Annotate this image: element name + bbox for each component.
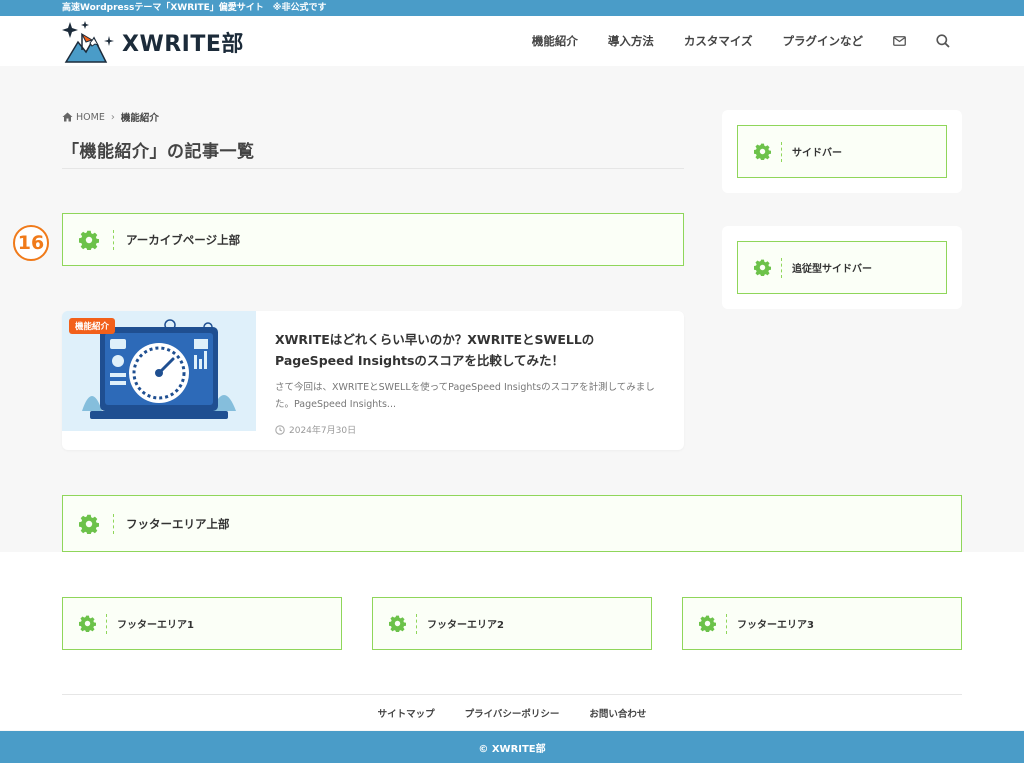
breadcrumb-home[interactable]: HOME	[62, 112, 105, 123]
nav-item-install[interactable]: 導入方法	[608, 33, 654, 49]
widget-divider	[106, 613, 107, 634]
sidebar-box: サイドバー	[722, 110, 962, 193]
widget-divider	[781, 141, 782, 162]
widget-footer-2: フッターエリア2	[372, 597, 652, 650]
footer-link-privacy[interactable]: プライバシーポリシー	[465, 706, 560, 720]
gear-icon	[79, 615, 96, 632]
footer-nav: サイトマップ プライバシーポリシー お問い合わせ	[0, 706, 1024, 720]
gear-icon	[699, 615, 716, 632]
home-icon	[62, 112, 73, 122]
breadcrumb-current: 機能紹介	[120, 113, 159, 124]
widget-label: フッターエリア2	[427, 620, 504, 631]
gear-icon	[389, 615, 406, 632]
nav-item-features[interactable]: 機能紹介	[532, 33, 578, 49]
sticky-sidebar-box: 追従型サイドバー	[722, 226, 962, 309]
annotation-marker: 16	[13, 225, 49, 261]
mail-icon[interactable]	[893, 36, 906, 46]
widget-divider	[113, 513, 114, 534]
gear-icon	[79, 230, 99, 250]
widget-label: フッターエリア3	[737, 620, 814, 631]
post-excerpt: さて今回は、XWRITEとSWELLを使ってPageSpeed Insights…	[275, 382, 655, 410]
site-tagline: 高速Wordpressテーマ「XWRITE」偏愛サイト ※非公式です	[0, 0, 1024, 16]
widget-label: フッターエリア上部	[126, 516, 230, 531]
breadcrumb: HOME › 機能紹介	[62, 110, 159, 124]
widget-sidebar: サイドバー	[737, 125, 947, 178]
widget-footer-1: フッターエリア1	[62, 597, 342, 650]
widget-archive-top: アーカイブページ上部	[62, 213, 684, 266]
widget-footer-3: フッターエリア3	[682, 597, 962, 650]
widget-sticky-sidebar: 追従型サイドバー	[737, 241, 947, 294]
widget-label: サイドバー	[792, 148, 842, 159]
global-nav: 機能紹介 導入方法 カスタマイズ プラグインなど	[502, 16, 950, 66]
clock-icon	[275, 424, 285, 435]
post-thumbnail[interactable]: 機能紹介	[62, 311, 256, 431]
widget-label: 追従型サイドバー	[792, 264, 872, 275]
gear-icon	[754, 259, 771, 276]
post-date: 2024年7月30日	[275, 423, 666, 436]
widget-divider	[416, 613, 417, 634]
copyright: © XWRITE部	[0, 731, 1024, 763]
widget-divider	[726, 613, 727, 634]
nav-item-plugins[interactable]: プラグインなど	[783, 33, 864, 49]
widget-divider	[781, 257, 782, 278]
post-card-body: XWRITEはどれくらい早いのか？XWRITEとSWELLのPageSpeed …	[256, 311, 684, 450]
post-date-text: 2024年7月30日	[289, 426, 357, 436]
footer-link-sitemap[interactable]: サイトマップ	[378, 706, 435, 720]
post-card[interactable]: 機能紹介 XWRITEはどれくらい早いのか？XWRITEとSWELLのPageS…	[62, 311, 684, 450]
breadcrumb-home-label: HOME	[76, 111, 105, 123]
chevron-right-icon: ›	[110, 111, 115, 123]
gear-icon	[754, 143, 771, 160]
gear-icon	[79, 514, 99, 534]
site-header: XWRITE部 機能紹介 導入方法 カスタマイズ プラグインなど	[0, 16, 1024, 66]
search-icon[interactable]	[936, 34, 950, 48]
page-title: 「機能紹介」の記事一覧	[62, 142, 255, 162]
footer-divider	[62, 694, 962, 695]
post-title[interactable]: XWRITEはどれくらい早いのか？XWRITEとSWELLのPageSpeed …	[275, 329, 666, 371]
nav-item-customize[interactable]: カスタマイズ	[684, 33, 753, 49]
widget-label: フッターエリア1	[117, 620, 194, 631]
logo-mountain-icon	[62, 21, 114, 63]
logo-text: XWRITE部	[122, 32, 244, 57]
widget-footer-top: フッターエリア上部	[62, 495, 962, 552]
widget-label: アーカイブページ上部	[126, 232, 241, 247]
footer-link-contact[interactable]: お問い合わせ	[589, 706, 646, 720]
widget-divider	[113, 229, 114, 250]
title-divider	[62, 168, 684, 169]
site-logo[interactable]: XWRITE部	[62, 20, 244, 64]
category-badge[interactable]: 機能紹介	[69, 318, 116, 334]
